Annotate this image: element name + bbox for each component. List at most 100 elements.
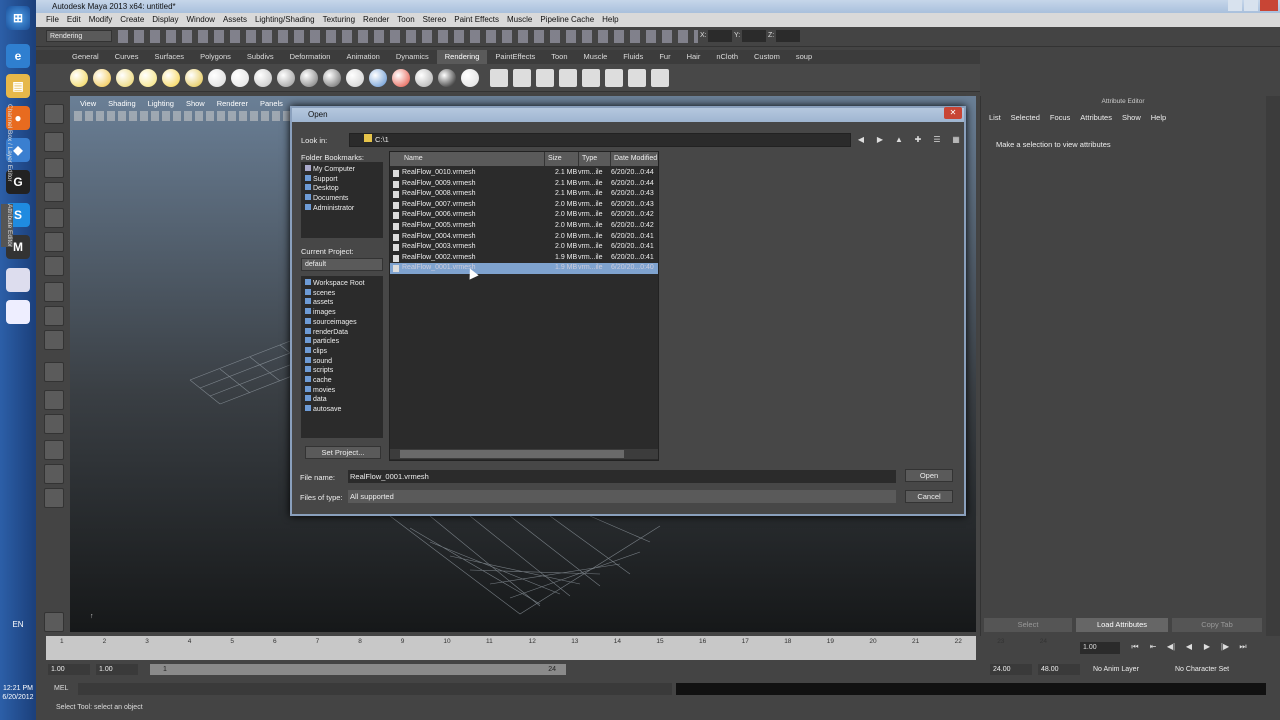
mode-select[interactable]: Rendering (46, 30, 112, 42)
play-icon[interactable]: ▶ (1200, 642, 1214, 656)
project-folder-item[interactable]: images (301, 308, 383, 318)
toolbox-tool-icon[interactable] (44, 208, 64, 228)
shelf-tool-icon[interactable] (605, 69, 623, 87)
open-button[interactable]: Open (905, 469, 953, 482)
character-set[interactable]: No Character Set (1172, 664, 1268, 675)
set-project-button[interactable]: Set Project... (305, 446, 381, 459)
step-back-key-icon[interactable]: ⇤ (1146, 642, 1160, 656)
status-line-tools[interactable] (118, 30, 698, 43)
range-bar[interactable]: 1 24 (150, 664, 566, 675)
shelf-tool-icon[interactable] (461, 69, 479, 87)
step-back-icon[interactable]: ◀| (1164, 642, 1178, 656)
shelf-tool-icon[interactable] (392, 69, 410, 87)
shelf-tool-icon[interactable] (415, 69, 433, 87)
project-folder-item[interactable]: particles (301, 337, 383, 347)
shelf-tool-icon[interactable] (139, 69, 157, 87)
shelf-tool-icon[interactable] (438, 69, 456, 87)
shelf-tab-fur[interactable]: Fur (651, 50, 678, 64)
project-folder-item[interactable]: scenes (301, 288, 383, 299)
file-row[interactable]: RealFlow_0009.vrmesh 2.1 MB vrm...ile 6/20/… (390, 179, 658, 190)
shelf-tab-soup[interactable]: soup (788, 50, 820, 64)
toolbox-tool-icon[interactable] (44, 440, 64, 460)
menu-item-assets[interactable]: Assets (219, 13, 251, 27)
start-time-field[interactable]: 1.00 (48, 664, 90, 675)
shelf-tab-muscle[interactable]: Muscle (576, 50, 616, 64)
viewport-menu-panels[interactable]: Panels (254, 98, 289, 110)
minimize-button[interactable] (1228, 0, 1242, 11)
toolbox-tool-icon[interactable] (44, 362, 64, 382)
project-folder-item[interactable]: sound (301, 356, 383, 367)
shelf-tab-fluids[interactable]: Fluids (615, 50, 651, 64)
menu-item-help[interactable]: Help (598, 13, 622, 27)
step-forward-icon[interactable]: |▶ (1218, 642, 1232, 656)
file-row[interactable]: RealFlow_0008.vrmesh 2.1 MB vrm...ile 6/20/… (390, 189, 658, 200)
language-indicator[interactable]: EN (0, 620, 36, 629)
shelf-tool-icon[interactable] (323, 69, 341, 87)
current-project-select[interactable]: default (301, 258, 383, 271)
menu-item-painteffects[interactable]: Paint Effects (450, 13, 503, 27)
attr-menu-show[interactable]: Show (1117, 113, 1146, 123)
x-field[interactable] (708, 30, 732, 42)
shelf-tool-icon[interactable] (490, 69, 508, 87)
menu-item-modify[interactable]: Modify (85, 13, 117, 27)
shelf-tab-surfaces[interactable]: Surfaces (146, 50, 192, 64)
taskbar-clock[interactable]: 12:21 PM 6/20/2012 (0, 684, 36, 702)
shelf-tool-icon[interactable] (185, 69, 203, 87)
toolbox-tool-icon[interactable] (44, 330, 64, 350)
file-row[interactable]: RealFlow_0005.vrmesh 2.0 MB vrm...ile 6/20/… (390, 221, 658, 232)
column-type[interactable]: Type (579, 152, 611, 166)
project-folder-item[interactable]: renderData (301, 327, 383, 338)
shelf-tool-icon[interactable] (300, 69, 318, 87)
project-folder-item[interactable]: assets (301, 298, 383, 308)
shelf-tab-dynamics[interactable]: Dynamics (388, 50, 437, 64)
list-view-icon[interactable]: ☰ (930, 134, 944, 146)
shelf-tool-icon[interactable] (628, 69, 646, 87)
toolbox-tool-icon[interactable] (44, 158, 64, 178)
menu-item-stereo[interactable]: Stereo (419, 13, 451, 27)
y-field[interactable] (742, 30, 766, 42)
bookmark-item[interactable]: Support (301, 174, 383, 185)
file-row[interactable]: RealFlow_0007.vrmesh 2.0 MB vrm...ile 6/20/… (390, 200, 658, 211)
menu-item-pipelinecache[interactable]: Pipeline Cache (536, 13, 598, 27)
play-back-icon[interactable]: ◀ (1182, 642, 1196, 656)
menu-item-render[interactable]: Render (359, 13, 393, 27)
start-button[interactable]: ⊞ (6, 6, 30, 30)
menu-item-window[interactable]: Window (183, 13, 219, 27)
menu-item-toon[interactable]: Toon (393, 13, 418, 27)
shelf-tab-toon[interactable]: Toon (543, 50, 575, 64)
toolbox-tool-icon[interactable] (44, 488, 64, 508)
file-row[interactable]: RealFlow_0004.vrmesh 2.0 MB vrm...ile 6/20/… (390, 232, 658, 243)
attr-menu-list[interactable]: List (984, 113, 1006, 123)
attribute-editor-tab[interactable]: Attribute Editor (1, 204, 13, 247)
dialog-close-button[interactable]: ✕ (944, 107, 962, 119)
explorer-icon[interactable]: ▤ (6, 74, 30, 98)
project-folder-item[interactable]: sourceimages (301, 317, 383, 328)
file-row[interactable]: RealFlow_0002.vrmesh 1.9 MB vrm...ile 6/20/… (390, 253, 658, 264)
shelf-tool-icon[interactable] (277, 69, 295, 87)
window-icon[interactable] (6, 268, 30, 292)
shelf-tool-icon[interactable] (513, 69, 531, 87)
toolbox-tool-icon[interactable] (44, 390, 64, 410)
close-button[interactable] (1260, 0, 1278, 11)
toolbox-tool-icon[interactable] (44, 232, 64, 252)
notepad-icon[interactable] (6, 300, 30, 324)
shelf-tool-icon[interactable] (93, 69, 111, 87)
file-name-input[interactable]: RealFlow_0001.vrmesh (348, 470, 896, 483)
command-input[interactable] (78, 683, 672, 695)
new-folder-icon[interactable]: ✚ (911, 134, 925, 146)
end-time-field[interactable]: 48.00 (1038, 664, 1080, 675)
go-to-start-icon[interactable]: ⏮ (1128, 642, 1142, 656)
shelf-tool-icon[interactable] (231, 69, 249, 87)
project-folder-item[interactable]: scripts (301, 366, 383, 376)
shelf-tool-icon[interactable] (582, 69, 600, 87)
shelf-tab-deformation[interactable]: Deformation (282, 50, 339, 64)
up-folder-icon[interactable]: ▲ (892, 134, 906, 146)
column-date[interactable]: Date Modified (611, 152, 658, 166)
z-field[interactable] (776, 30, 800, 42)
shelf-tool-icon[interactable] (116, 69, 134, 87)
viewport-menu-show[interactable]: Show (180, 98, 211, 110)
viewport-toolbar[interactable] (74, 111, 294, 121)
toolbox-tool-icon[interactable] (44, 306, 64, 326)
ie-icon[interactable]: e (6, 44, 30, 68)
current-time-field[interactable]: 1.00 (1080, 642, 1120, 654)
